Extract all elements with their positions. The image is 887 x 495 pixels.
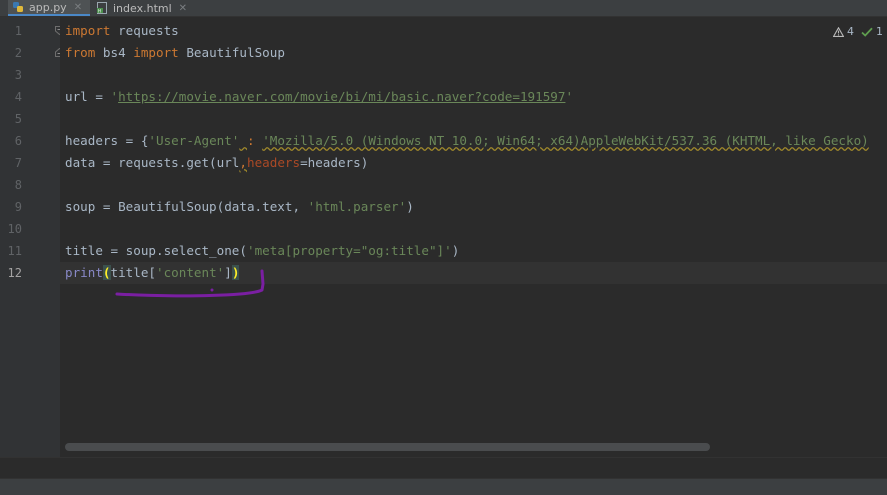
line-number: 11 bbox=[7, 244, 22, 258]
code-editor[interactable]: import requests from bs4 import Beautifu… bbox=[60, 17, 887, 457]
editor-bottom-panel bbox=[0, 457, 887, 478]
close-icon[interactable]: ✕ bbox=[179, 3, 187, 14]
tab-label: app.py bbox=[29, 0, 67, 14]
keyword: import bbox=[133, 45, 179, 60]
string-literal: 'meta[property="og:title"]' bbox=[246, 243, 452, 258]
code-text: headers = { bbox=[65, 133, 149, 148]
code-text: title[ bbox=[110, 265, 157, 280]
code-text: =headers) bbox=[300, 155, 369, 170]
code-text: BeautifulSoup bbox=[178, 45, 285, 60]
close-icon[interactable]: ✕ bbox=[74, 2, 82, 13]
code-text: , bbox=[239, 155, 247, 170]
code-text: requests bbox=[110, 23, 179, 38]
code-line-1[interactable]: import requests bbox=[65, 20, 179, 42]
builtin-function: print bbox=[65, 265, 103, 280]
line-number: 8 bbox=[14, 178, 22, 192]
code-text: soup = BeautifulSoup(data.text, bbox=[65, 199, 308, 214]
line-number: 10 bbox=[7, 222, 22, 236]
warnings-indicator[interactable]: 4 bbox=[833, 25, 854, 38]
line-number-gutter[interactable]: 1 2 3 4 5 6 7 8 9 10 11 12 bbox=[0, 17, 64, 457]
code-text: url = bbox=[65, 89, 111, 104]
string-literal: 'html.parser' bbox=[307, 199, 407, 214]
warnings-count: 4 bbox=[847, 25, 854, 38]
url-link[interactable]: https://movie.naver.com/movie/bi/mi/basi… bbox=[118, 89, 565, 104]
string-quote: ' bbox=[110, 89, 119, 104]
line-number: 9 bbox=[14, 200, 22, 214]
check-icon bbox=[861, 27, 873, 37]
code-text: ) bbox=[451, 243, 460, 258]
code-text: bs4 bbox=[95, 45, 134, 60]
line-number: 6 bbox=[14, 134, 22, 148]
code-text: title = soup.select_one( bbox=[65, 243, 247, 258]
matched-brace: ( bbox=[102, 265, 111, 280]
line-number: 2 bbox=[14, 46, 22, 60]
code-text: data = requests.get(url bbox=[65, 155, 240, 170]
ok-indicator[interactable]: 1 bbox=[861, 25, 883, 38]
string-literal: 'User-Agent' bbox=[148, 133, 240, 148]
code-text: : bbox=[247, 133, 255, 148]
line-number: 1 bbox=[14, 24, 22, 38]
line-number: 4 bbox=[14, 90, 22, 104]
line-number-current: 12 bbox=[7, 266, 22, 280]
string-literal: 'content' bbox=[156, 265, 225, 280]
html-file-icon: H bbox=[97, 2, 107, 14]
warning-icon bbox=[833, 26, 844, 37]
code-text: ) bbox=[406, 199, 414, 214]
inspection-widget[interactable]: 4 1 bbox=[833, 25, 883, 38]
code-line-2[interactable]: from bs4 import BeautifulSoup bbox=[65, 42, 285, 64]
matched-brace: ) bbox=[231, 265, 240, 280]
named-argument: headers bbox=[246, 155, 301, 170]
code-line-9[interactable]: soup = BeautifulSoup(data.text, 'html.pa… bbox=[65, 196, 414, 218]
code-line-7[interactable]: data = requests.get(url,headers=headers) bbox=[65, 152, 368, 174]
code-line-6[interactable]: headers = {'User-Agent' : 'Mozilla/5.0 (… bbox=[65, 130, 869, 152]
line-number: 3 bbox=[14, 68, 22, 82]
tab-label: index.html bbox=[113, 1, 172, 15]
code-line-12[interactable]: print(title['content']) bbox=[65, 262, 240, 284]
horizontal-scrollbar[interactable] bbox=[65, 443, 710, 451]
line-number: 7 bbox=[14, 156, 22, 170]
tab-index-html[interactable]: H index.html ✕ bbox=[92, 0, 192, 16]
keyword: from bbox=[65, 45, 96, 60]
status-bar bbox=[0, 478, 887, 495]
python-file-icon bbox=[13, 2, 23, 12]
keyword: import bbox=[65, 23, 111, 38]
string-literal: 'Mozilla/5.0 (Windows NT 10.0; Win64; x6… bbox=[262, 133, 869, 148]
code-line-11[interactable]: title = soup.select_one('meta[property="… bbox=[65, 240, 459, 262]
code-text: ] bbox=[224, 265, 232, 280]
svg-text:H: H bbox=[98, 8, 101, 13]
ok-count: 1 bbox=[876, 25, 883, 38]
line-number: 5 bbox=[14, 112, 22, 126]
tab-app-py[interactable]: app.py ✕ bbox=[8, 0, 90, 16]
code-line-4[interactable]: url = 'https://movie.naver.com/movie/bi/… bbox=[65, 86, 573, 108]
editor-tab-bar: app.py ✕ H index.html ✕ bbox=[0, 0, 887, 17]
string-quote: ' bbox=[565, 89, 574, 104]
